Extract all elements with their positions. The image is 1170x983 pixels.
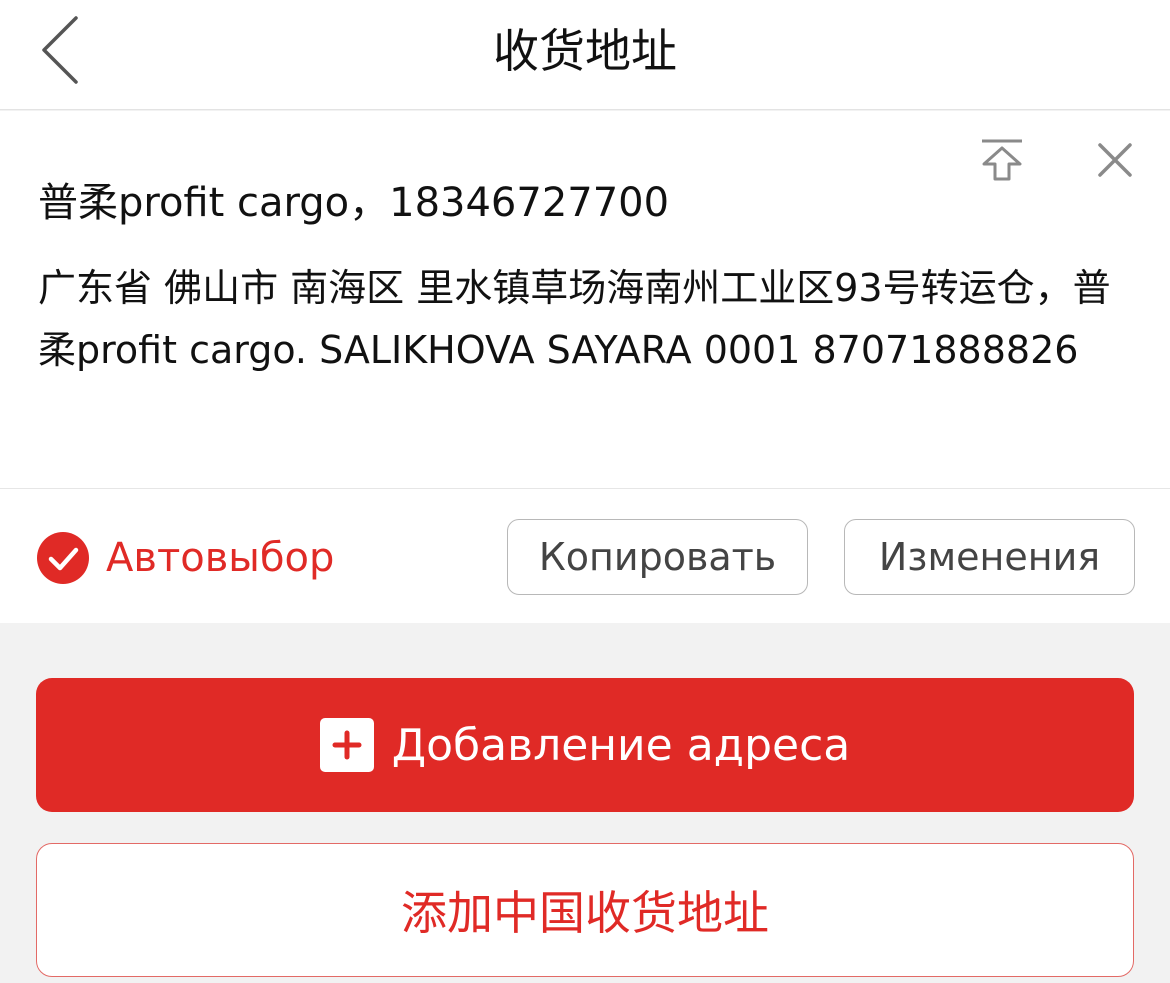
add-address-button[interactable]: Добавление адреса: [36, 678, 1134, 812]
delete-button[interactable]: [1094, 139, 1136, 181]
contact-line: 普柔profit cargo，18346727700: [38, 180, 670, 226]
address-page: 收货地址 普柔profit cargo，18346727700 广东省 佛山市 …: [0, 0, 1170, 983]
address-text: 广东省 佛山市 南海区 里水镇草场海南州工业区93号转运仓，普柔profit c…: [38, 266, 1111, 372]
auto-select-toggle[interactable]: Автовыбор: [36, 523, 334, 593]
auto-select-label: Автовыбор: [106, 535, 335, 581]
nav-bar: 收货地址: [0, 0, 1170, 110]
copy-button[interactable]: Копировать: [507, 519, 808, 595]
check-circle-icon: [37, 532, 89, 584]
plus-square-icon: [319, 718, 374, 772]
add-address-label: Добавление адреса: [391, 719, 851, 771]
add-china-address-button[interactable]: 添加中国收货地址: [36, 843, 1134, 977]
add-china-address-label: 添加中国收货地址: [401, 886, 769, 940]
edit-button[interactable]: Изменения: [844, 519, 1135, 595]
card-divider: [0, 488, 1170, 489]
page-title: 收货地址: [493, 24, 677, 78]
close-icon: [1098, 143, 1132, 177]
address-card: 普柔profit cargo，18346727700 广东省 佛山市 南海区 里…: [0, 111, 1170, 623]
